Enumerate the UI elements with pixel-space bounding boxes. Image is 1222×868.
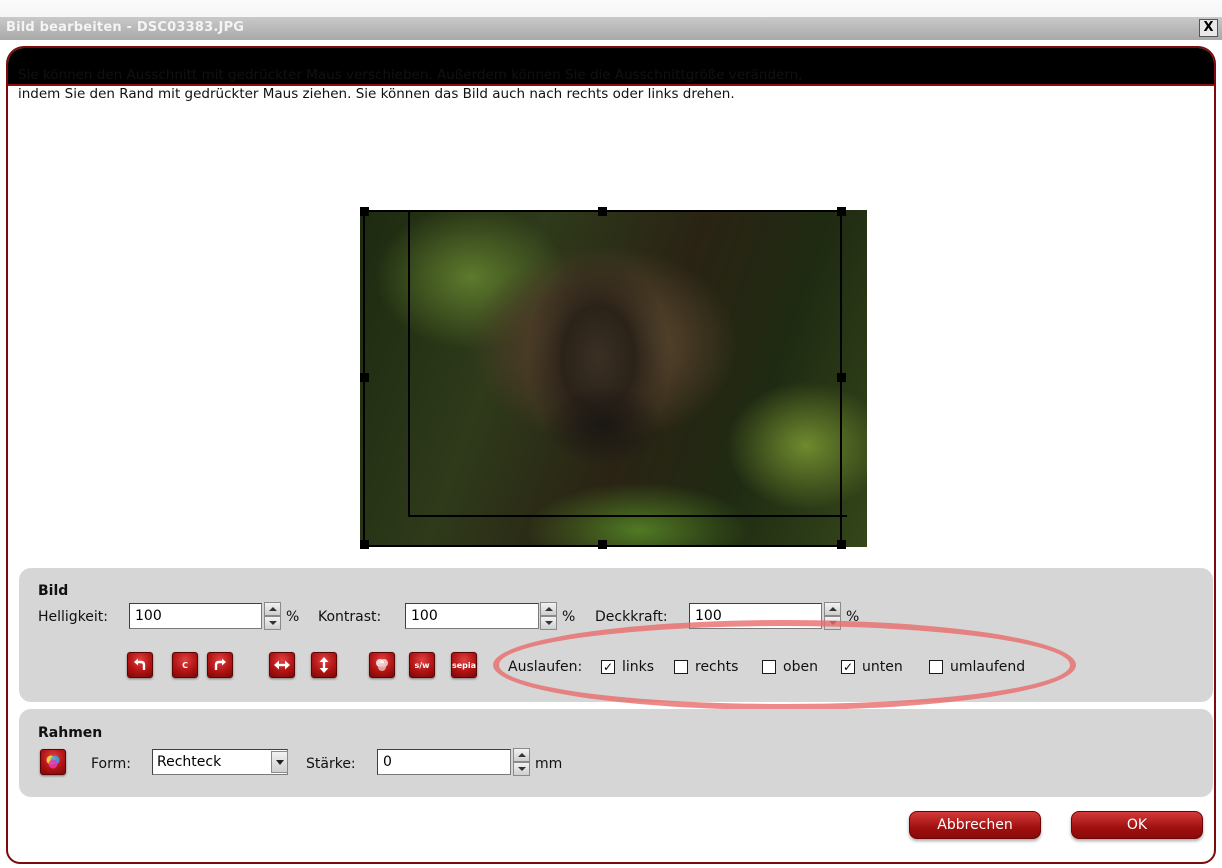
instructions-line-2: indem Sie den Rand mit gedrückter Maus z… — [18, 86, 735, 102]
sepia-label: sepia — [451, 660, 477, 670]
helligkeit-unit: % — [286, 609, 300, 625]
close-button[interactable]: X — [1199, 19, 1218, 37]
kontrast-unit: % — [562, 609, 576, 625]
helligkeit-label: Helligkeit: — [38, 609, 109, 625]
rotate-left-button[interactable] — [127, 652, 153, 678]
form-dropdown-arrow[interactable] — [271, 751, 288, 773]
kontrast-spinner — [540, 602, 557, 630]
deckkraft-input[interactable]: 100 — [689, 603, 822, 629]
ok-button[interactable]: OK — [1071, 811, 1203, 839]
flip-horizontal-button[interactable] — [269, 652, 295, 678]
checkbox-oben-label: oben — [783, 659, 818, 675]
crop-handle-middle-left[interactable] — [360, 373, 369, 382]
frame-color-button[interactable] — [40, 749, 66, 775]
form-select[interactable]: Rechteck — [152, 749, 288, 775]
deckkraft-decrease-button[interactable] — [824, 616, 841, 630]
crop-handle-top-right[interactable] — [837, 207, 846, 216]
bild-panel: Bild Helligkeit: 100 % Kontrast: 100 % D… — [19, 568, 1213, 702]
sepia-button[interactable]: sepia — [451, 652, 477, 678]
deckkraft-increase-button[interactable] — [824, 602, 841, 616]
flip-horizontal-icon — [274, 660, 290, 670]
crop-handle-bottom-center[interactable] — [598, 540, 607, 549]
checkbox-links-label: links — [622, 659, 655, 675]
rotate-left-icon — [134, 658, 146, 670]
color-circles-icon — [376, 659, 388, 671]
window-title: Bild bearbeiten - DSC03383.JPG — [6, 20, 245, 35]
crop-handle-middle-right[interactable] — [837, 373, 846, 382]
title-bar: Bild bearbeiten - DSC03383.JPG X — [0, 0, 1222, 40]
instructions-line-1: Sie können den Ausschnitt mit gedrückter… — [18, 67, 803, 83]
reset-button[interactable]: C — [172, 652, 198, 678]
staerke-increase-button[interactable] — [513, 748, 530, 762]
auslaufen-label: Auslaufen: — [508, 659, 583, 675]
staerke-input[interactable]: 0 — [377, 749, 511, 775]
rahmen-heading: Rahmen — [38, 725, 103, 741]
rotate-right-button[interactable] — [207, 652, 233, 678]
checkbox-rechts[interactable] — [674, 660, 688, 674]
checkbox-links[interactable]: ✓ — [601, 660, 615, 674]
deckkraft-spinner — [824, 602, 841, 630]
deckkraft-unit: % — [846, 609, 860, 625]
staerke-unit: mm — [535, 756, 563, 772]
color-button[interactable] — [369, 652, 395, 678]
crop-handle-top-left[interactable] — [360, 207, 369, 216]
deckkraft-label: Deckkraft: — [595, 609, 668, 625]
bleed-guide — [408, 210, 847, 517]
crop-handle-bottom-left[interactable] — [360, 540, 369, 549]
crop-handle-top-center[interactable] — [598, 207, 607, 216]
cancel-button[interactable]: Abbrechen — [909, 811, 1041, 839]
kontrast-increase-button[interactable] — [540, 602, 557, 616]
rotate-right-icon — [214, 658, 226, 670]
kontrast-input[interactable]: 100 — [405, 603, 539, 629]
staerke-decrease-button[interactable] — [513, 762, 530, 776]
checkbox-oben[interactable] — [762, 660, 776, 674]
checkbox-unten[interactable]: ✓ — [841, 660, 855, 674]
helligkeit-decrease-button[interactable] — [264, 616, 281, 630]
checkbox-umlaufend-label: umlaufend — [950, 659, 1026, 675]
image-crop-area[interactable] — [360, 207, 867, 549]
rahmen-panel: Rahmen Form: Rechteck Stärke: 0 mm — [19, 709, 1213, 797]
form-label: Form: — [91, 756, 131, 772]
staerke-label: Stärke: — [306, 756, 356, 772]
reset-label: C — [182, 660, 188, 670]
flip-vertical-button[interactable] — [311, 652, 337, 678]
instructions-text: Sie können den Ausschnitt mit gedrückter… — [18, 66, 1018, 104]
black-white-button[interactable]: s/w — [409, 652, 435, 678]
color-palette-icon — [46, 755, 60, 769]
staerke-spinner — [513, 748, 530, 776]
kontrast-decrease-button[interactable] — [540, 616, 557, 630]
black-white-label: s/w — [414, 660, 430, 670]
kontrast-label: Kontrast: — [318, 609, 382, 625]
helligkeit-increase-button[interactable] — [264, 602, 281, 616]
checkbox-unten-label: unten — [862, 659, 903, 675]
bild-heading: Bild — [38, 583, 69, 599]
checkbox-umlaufend[interactable] — [929, 660, 943, 674]
checkbox-rechts-label: rechts — [695, 659, 739, 675]
flip-vertical-icon — [319, 657, 329, 673]
helligkeit-spinner — [264, 602, 281, 630]
crop-handle-bottom-right[interactable] — [837, 540, 846, 549]
helligkeit-input[interactable]: 100 — [129, 603, 262, 629]
